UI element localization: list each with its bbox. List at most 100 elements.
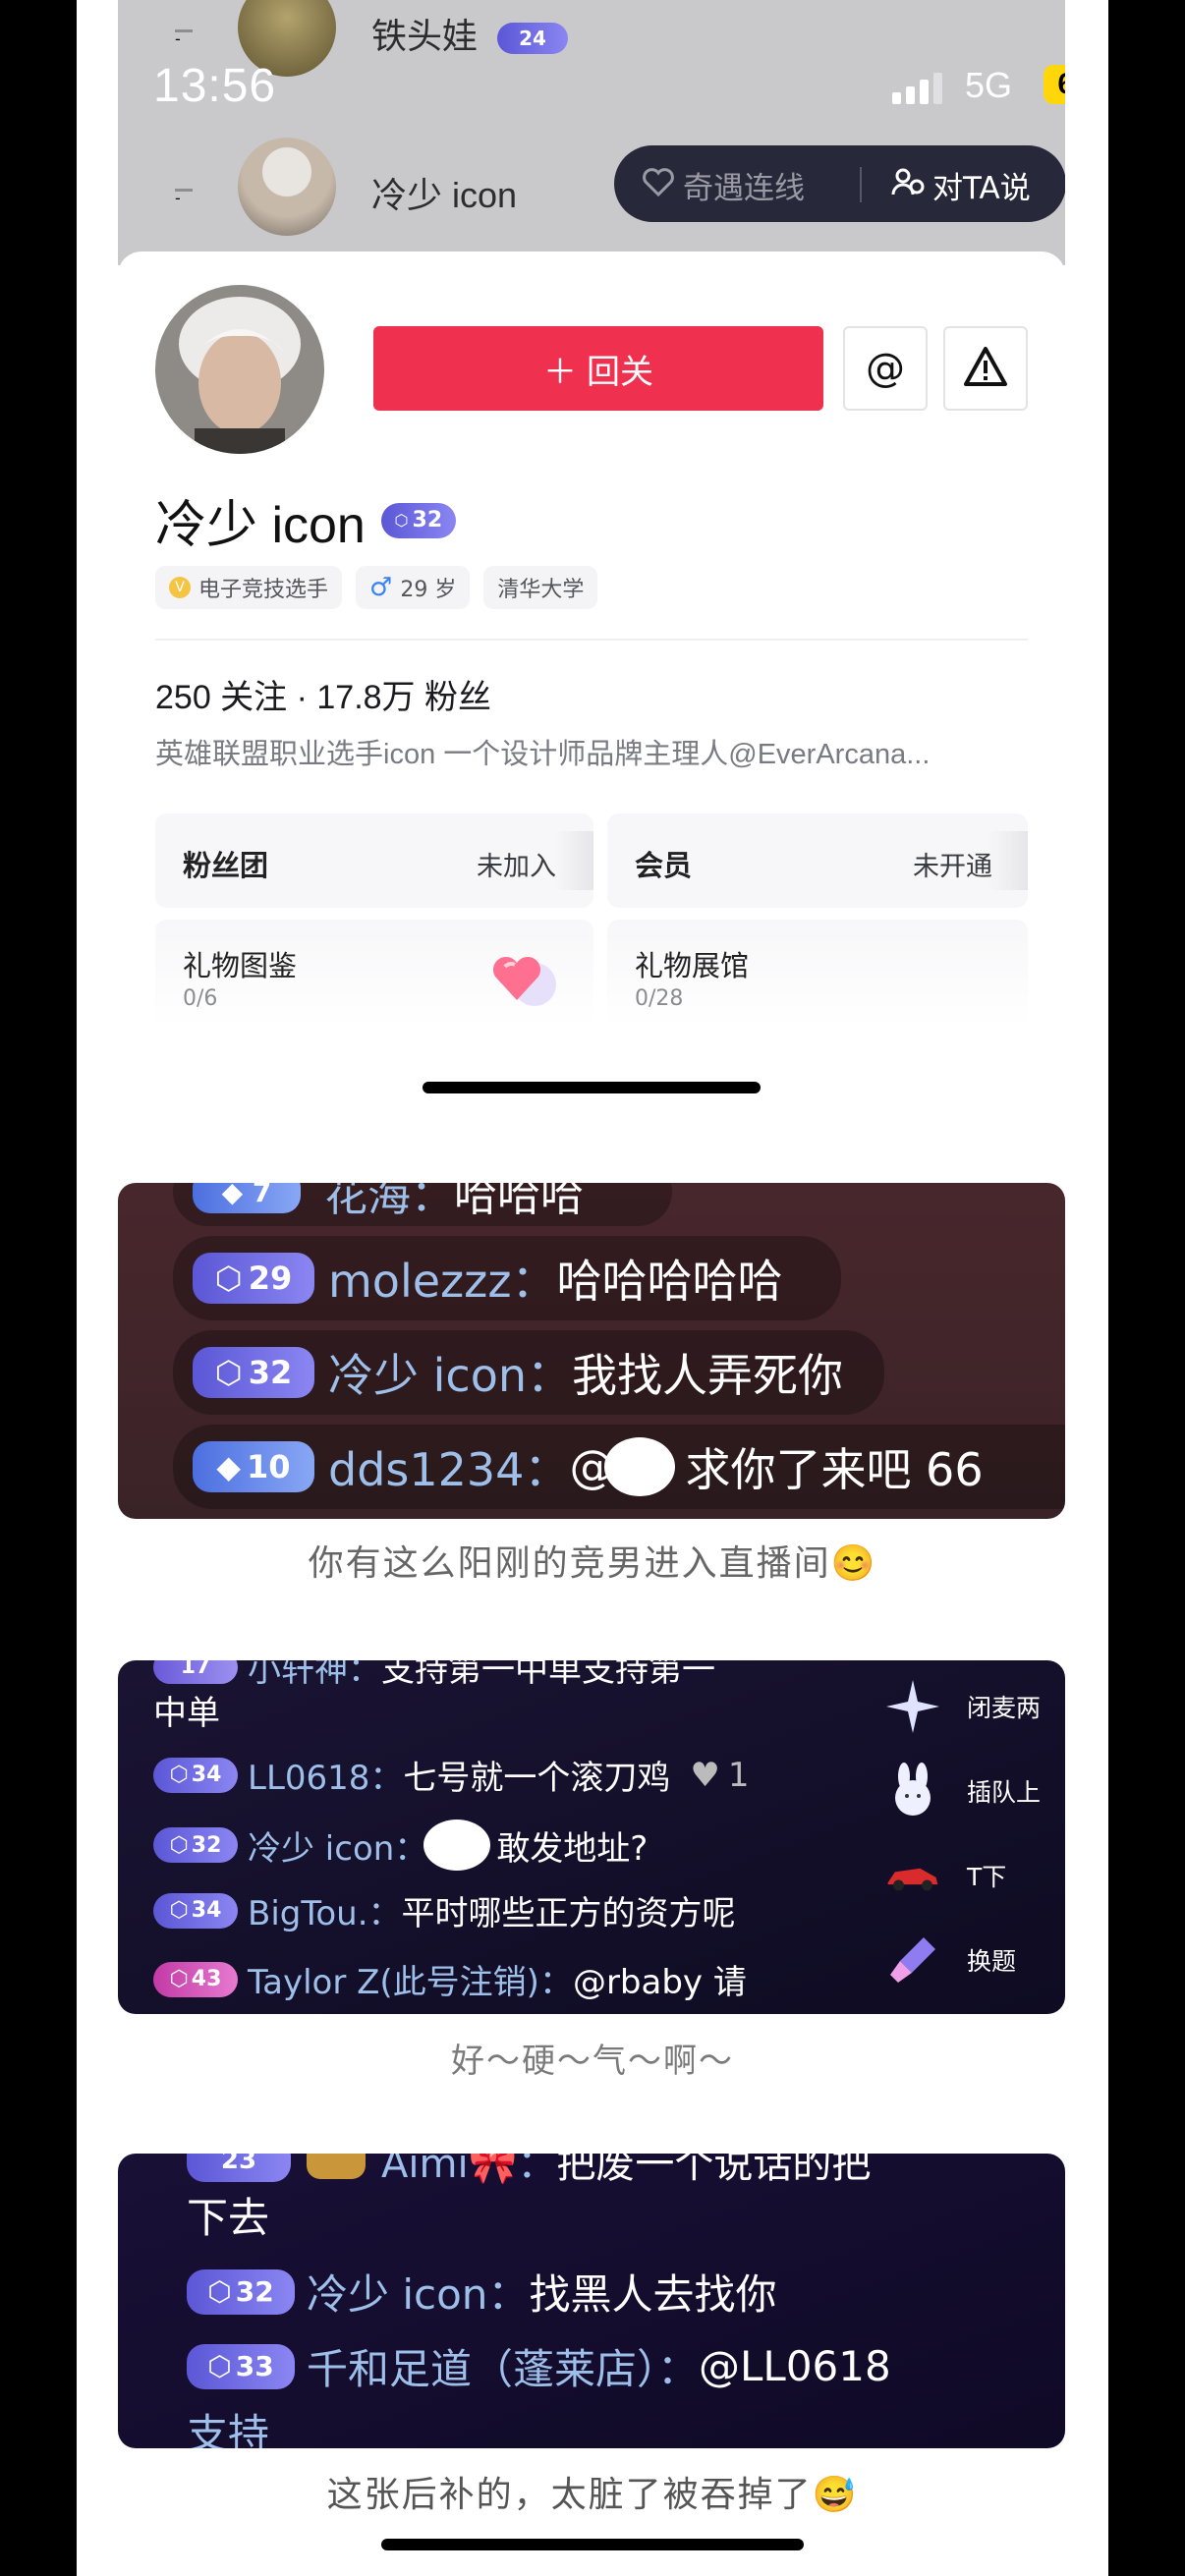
random-connect-label: 奇遇连线 xyxy=(683,171,805,206)
gift-hall-title: 礼物展馆 xyxy=(635,949,750,982)
profile-avatar[interactable] xyxy=(155,285,324,454)
heart-link-icon xyxy=(642,165,675,206)
level-badge: ⬡ 32 xyxy=(380,502,456,538)
warning-icon xyxy=(962,345,1009,392)
report-button[interactable] xyxy=(943,326,1028,411)
follow-stats[interactable]: 250 关注 · 17.8万 粉丝 xyxy=(155,670,491,718)
chat-message: 七号就一个滚刀鸡 xyxy=(403,1759,671,1798)
level-badge: ⬡ 34 xyxy=(153,1892,238,1929)
tag-occupation: V 电子竞技选手 xyxy=(155,566,343,609)
side-label: T下 xyxy=(967,1863,1007,1891)
chat-line: ⬡ 33 千和足道（蓬莱店）： @LL0618 xyxy=(187,2336,891,2396)
chat-username: BigTou.： xyxy=(248,1894,402,1933)
level-number: 43 xyxy=(191,1967,222,1991)
side-gift-item[interactable]: T下 xyxy=(884,1847,1006,1904)
level-badge: ⬡ 29 xyxy=(193,1253,314,1304)
home-indicator xyxy=(381,2539,804,2550)
chat-username: 小轩神： xyxy=(248,1660,381,1690)
gift-book-tile[interactable]: 礼物图鉴 0/6 xyxy=(155,920,593,1028)
chat-username: LL0618： xyxy=(248,1759,404,1798)
side-label: 插队上 xyxy=(967,1778,1042,1807)
chat-message: 敢发地址? xyxy=(496,1828,649,1869)
heart-icon: ♥ xyxy=(690,1755,720,1795)
caption-3: 这张后补的，太脏了被吞掉了😅 xyxy=(326,2475,859,2515)
chat-message: 平时哪些正方的资方呢 xyxy=(401,1894,736,1933)
level-number: 32 xyxy=(248,1354,293,1391)
caption-2: 好～硬～气～啊～ xyxy=(451,2042,734,2081)
level-number: 32 xyxy=(191,1832,222,1858)
random-connect-button[interactable]: 奇遇连线 xyxy=(642,163,805,207)
caption-1: 你有这么阳刚的竞男进入直播间😊 xyxy=(308,1543,877,1584)
level-badge: ⬡ 32 xyxy=(153,1827,238,1863)
level-number: 17 xyxy=(180,1660,211,1679)
follow-back-button[interactable]: ＋ 回关 xyxy=(373,326,823,411)
dimmed-list-area: - 铁头娃 24 13:56 5G 67 - 冷少 icon xyxy=(118,0,1065,265)
level-number: 10 xyxy=(247,1448,291,1485)
chat-username: 冷少 icon： xyxy=(307,2270,530,2319)
fan-badge-icon xyxy=(307,2154,366,2179)
side-label: 换题 xyxy=(967,1947,1017,1976)
fan-club-tile[interactable]: 粉丝团 未加入 xyxy=(155,813,593,908)
fan-club-title: 粉丝团 xyxy=(183,849,269,882)
level-badge: ◆ 7 xyxy=(193,1183,301,1213)
hexagon-icon: ⬡ xyxy=(394,511,409,530)
sports-car-icon xyxy=(884,1847,941,1904)
avatar xyxy=(238,138,336,236)
chat-line: ⬡ 43 Taylor Z(此号注销)： @rbaby 请 xyxy=(153,1955,747,2003)
chat-line: ◆ 10 dds1234： @ 求你了来吧 66 xyxy=(173,1425,1065,1509)
level-number: 24 xyxy=(519,27,546,51)
level-badge: ◆ 10 xyxy=(193,1441,314,1492)
side-gift-item[interactable]: 插队上 xyxy=(884,1763,1041,1820)
chat-line-continued: 下去 xyxy=(187,2194,270,2242)
post-image: - 铁头娃 24 13:56 5G 67 - 冷少 icon xyxy=(77,0,1108,2576)
tag-age: ♂ 29 岁 xyxy=(356,566,471,609)
list-dash: - xyxy=(175,29,193,48)
status-bar: 13:56 5G 67 xyxy=(118,59,1065,118)
level-number: 7 xyxy=(252,1183,272,1208)
tag-school: 清华大学 xyxy=(483,566,598,609)
level-badge: 23 xyxy=(187,2154,291,2182)
gift-book-title: 礼物图鉴 xyxy=(183,949,298,982)
chat-username: 冷少 icon： xyxy=(328,1349,572,1402)
member-tile[interactable]: 会员 未开通 xyxy=(607,813,1028,908)
say-to-ta-button[interactable]: 对TA说 xyxy=(891,163,1031,207)
chat-line: 23 Aimi🎀： 把废一个说话的把 xyxy=(187,2154,871,2189)
tag-label: 29 岁 xyxy=(400,578,457,602)
male-icon: ♂ xyxy=(369,573,393,602)
chat-username: dds1234： xyxy=(328,1443,570,1496)
like-count: 1 xyxy=(727,1755,750,1795)
chat-line: ⬡ 32 冷少 icon： 我找人弄死你 xyxy=(173,1330,884,1415)
divider xyxy=(155,639,1028,641)
mention-button[interactable]: @ xyxy=(843,326,928,411)
level-number: 29 xyxy=(248,1260,293,1297)
level-number: 34 xyxy=(191,1898,222,1923)
chat-username: 冷少 icon： xyxy=(248,1828,428,1869)
tag-label: 电子竞技选手 xyxy=(198,578,329,602)
list-username: 铁头娃 xyxy=(371,16,479,56)
chat-message: 求你了来吧 66 xyxy=(685,1443,984,1496)
chat-message: 把废一个说话的把 xyxy=(556,2154,872,2187)
chat-line: ⬡ 34 LL0618： 七号就一个滚刀鸡 ♥ 1 xyxy=(153,1751,750,1799)
chat-username: 花海： xyxy=(324,1183,454,1221)
follow-back-label: 回关 xyxy=(587,352,653,392)
battery-icon: 67 xyxy=(1044,65,1065,104)
gift-hall-count: 0/28 xyxy=(635,986,684,1011)
side-gift-item[interactable]: 闭麦两 xyxy=(884,1678,1041,1735)
profile-card: ＋ 回关 @ 冷少 icon ⬡ 32 V 电子竞技选手 ♂ 29 岁 清华大学… xyxy=(118,252,1065,1106)
chat-message: 支持第一中单支持第一 xyxy=(381,1660,715,1690)
chat-username: Taylor Z(此号注销)： xyxy=(248,1963,573,2002)
plus-icon: ＋ xyxy=(543,352,577,392)
side-gift-item[interactable]: 换题 xyxy=(884,1932,1016,1988)
say-to-ta-label: 对TA说 xyxy=(932,171,1031,206)
redaction-blob xyxy=(604,1437,676,1496)
chat-line: 17 小轩神： 支持第一中单支持第一 xyxy=(153,1660,715,1691)
chat-username: Aimi🎀： xyxy=(381,2154,557,2187)
gift-hall-tile[interactable]: 礼物展馆 0/28 xyxy=(607,920,1028,1028)
status-time: 13:56 xyxy=(153,60,277,112)
chat-line: ⬡ 34 BigTou.： 平时哪些正方的资方呢 xyxy=(153,1886,736,1934)
chat-line: ⬡ 29 molezzz： 哈哈哈哈哈 xyxy=(173,1236,841,1320)
chat-username: 千和足道（蓬莱店）： xyxy=(307,2345,700,2393)
level-number: 32 xyxy=(412,508,443,532)
v-badge-icon: V xyxy=(169,577,191,598)
profile-tags: V 电子竞技选手 ♂ 29 岁 清华大学 xyxy=(155,566,598,609)
